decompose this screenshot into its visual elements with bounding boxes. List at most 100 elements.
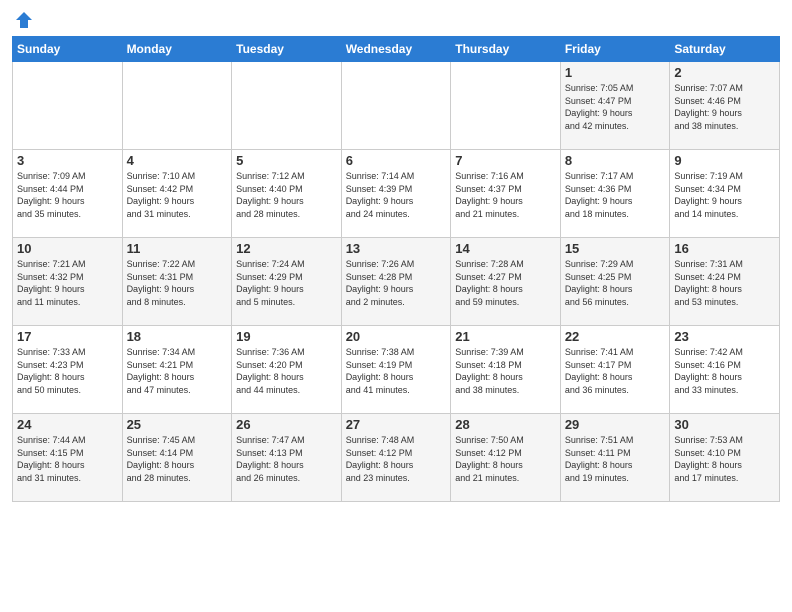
day-number: 8	[565, 153, 666, 168]
day-info: Sunrise: 7:36 AMSunset: 4:20 PMDaylight:…	[236, 346, 337, 396]
day-number: 3	[17, 153, 118, 168]
day-cell: 23 Sunrise: 7:42 AMSunset: 4:16 PMDayligh…	[670, 326, 780, 414]
day-cell	[451, 62, 561, 150]
day-number: 30	[674, 417, 775, 432]
day-info: Sunrise: 7:42 AMSunset: 4:16 PMDaylight:…	[674, 346, 775, 396]
day-info: Sunrise: 7:14 AMSunset: 4:39 PMDaylight:…	[346, 170, 447, 220]
day-cell: 16 Sunrise: 7:31 AMSunset: 4:24 PMDayligh…	[670, 238, 780, 326]
day-number: 24	[17, 417, 118, 432]
day-info: Sunrise: 7:12 AMSunset: 4:40 PMDaylight:…	[236, 170, 337, 220]
day-cell: 1 Sunrise: 7:05 AMSunset: 4:47 PMDaylight…	[560, 62, 670, 150]
day-info: Sunrise: 7:28 AMSunset: 4:27 PMDaylight:…	[455, 258, 556, 308]
day-cell: 21Sunrise: 7:39 AMSunset: 4:18 PMDayligh…	[451, 326, 561, 414]
day-info: Sunrise: 7:34 AMSunset: 4:21 PMDaylight:…	[127, 346, 228, 396]
day-number: 5	[236, 153, 337, 168]
day-number: 29	[565, 417, 666, 432]
day-cell: 30 Sunrise: 7:53 AMSunset: 4:10 PMDayligh…	[670, 414, 780, 502]
day-cell: 2 Sunrise: 7:07 AMSunset: 4:46 PMDaylight…	[670, 62, 780, 150]
day-number: 23	[674, 329, 775, 344]
header	[12, 10, 780, 30]
day-info: Sunrise: 7:17 AMSunset: 4:36 PMDaylight:…	[565, 170, 666, 220]
week-row-1: 3 Sunrise: 7:09 AMSunset: 4:44 PMDaylight…	[13, 150, 780, 238]
day-cell: 8 Sunrise: 7:17 AMSunset: 4:36 PMDaylight…	[560, 150, 670, 238]
day-cell: 17Sunrise: 7:33 AMSunset: 4:23 PMDayligh…	[13, 326, 123, 414]
day-info: Sunrise: 7:26 AMSunset: 4:28 PMDaylight:…	[346, 258, 447, 308]
day-cell: 5 Sunrise: 7:12 AMSunset: 4:40 PMDaylight…	[232, 150, 342, 238]
day-cell: 26 Sunrise: 7:47 AMSunset: 4:13 PMDayligh…	[232, 414, 342, 502]
day-cell: 20 Sunrise: 7:38 AMSunset: 4:19 PMDayligh…	[341, 326, 451, 414]
day-number: 25	[127, 417, 228, 432]
day-info: Sunrise: 7:07 AMSunset: 4:46 PMDaylight:…	[674, 82, 775, 132]
day-number: 16	[674, 241, 775, 256]
day-number: 18	[127, 329, 228, 344]
day-info: Sunrise: 7:31 AMSunset: 4:24 PMDaylight:…	[674, 258, 775, 308]
day-cell: 13 Sunrise: 7:26 AMSunset: 4:28 PMDayligh…	[341, 238, 451, 326]
day-number: 13	[346, 241, 447, 256]
day-info: Sunrise: 7:29 AMSunset: 4:25 PMDaylight:…	[565, 258, 666, 308]
day-info: Sunrise: 7:16 AMSunset: 4:37 PMDaylight:…	[455, 170, 556, 220]
day-number: 14	[455, 241, 556, 256]
weekday-header-tuesday: Tuesday	[232, 37, 342, 62]
day-number: 4	[127, 153, 228, 168]
day-info: Sunrise: 7:24 AMSunset: 4:29 PMDaylight:…	[236, 258, 337, 308]
day-cell: 29 Sunrise: 7:51 AMSunset: 4:11 PMDayligh…	[560, 414, 670, 502]
week-row-3: 17Sunrise: 7:33 AMSunset: 4:23 PMDayligh…	[13, 326, 780, 414]
day-info: Sunrise: 7:53 AMSunset: 4:10 PMDaylight:…	[674, 434, 775, 484]
day-number: 22	[565, 329, 666, 344]
day-cell	[122, 62, 232, 150]
day-info: Sunrise: 7:48 AMSunset: 4:12 PMDaylight:…	[346, 434, 447, 484]
day-info: Sunrise: 7:38 AMSunset: 4:19 PMDaylight:…	[346, 346, 447, 396]
logo-icon	[14, 10, 34, 30]
day-number: 27	[346, 417, 447, 432]
day-number: 17	[17, 329, 118, 344]
day-info: Sunrise: 7:47 AMSunset: 4:13 PMDaylight:…	[236, 434, 337, 484]
logo	[12, 10, 34, 30]
day-number: 28	[455, 417, 556, 432]
day-number: 26	[236, 417, 337, 432]
day-info: Sunrise: 7:09 AMSunset: 4:44 PMDaylight:…	[17, 170, 118, 220]
weekday-header-thursday: Thursday	[451, 37, 561, 62]
day-number: 19	[236, 329, 337, 344]
day-cell	[232, 62, 342, 150]
day-info: Sunrise: 7:21 AMSunset: 4:32 PMDaylight:…	[17, 258, 118, 308]
weekday-header-sunday: Sunday	[13, 37, 123, 62]
day-number: 11	[127, 241, 228, 256]
day-info: Sunrise: 7:50 AMSunset: 4:12 PMDaylight:…	[455, 434, 556, 484]
day-cell: 4Sunrise: 7:10 AMSunset: 4:42 PMDaylight…	[122, 150, 232, 238]
day-info: Sunrise: 7:41 AMSunset: 4:17 PMDaylight:…	[565, 346, 666, 396]
day-number: 1	[565, 65, 666, 80]
day-cell: 25 Sunrise: 7:45 AMSunset: 4:14 PMDayligh…	[122, 414, 232, 502]
day-cell: 12 Sunrise: 7:24 AMSunset: 4:29 PMDayligh…	[232, 238, 342, 326]
weekday-header-wednesday: Wednesday	[341, 37, 451, 62]
day-number: 9	[674, 153, 775, 168]
weekday-row: SundayMondayTuesdayWednesdayThursdayFrid…	[13, 37, 780, 62]
day-number: 20	[346, 329, 447, 344]
week-row-0: 1 Sunrise: 7:05 AMSunset: 4:47 PMDaylight…	[13, 62, 780, 150]
day-number: 12	[236, 241, 337, 256]
day-info: Sunrise: 7:45 AMSunset: 4:14 PMDaylight:…	[127, 434, 228, 484]
day-cell: 11Sunrise: 7:22 AMSunset: 4:31 PMDayligh…	[122, 238, 232, 326]
day-cell: 9Sunrise: 7:19 AMSunset: 4:34 PMDaylight…	[670, 150, 780, 238]
day-number: 15	[565, 241, 666, 256]
page: SundayMondayTuesdayWednesdayThursdayFrid…	[0, 0, 792, 612]
calendar-body: 1 Sunrise: 7:05 AMSunset: 4:47 PMDaylight…	[13, 62, 780, 502]
day-cell: 10 Sunrise: 7:21 AMSunset: 4:32 PMDayligh…	[13, 238, 123, 326]
weekday-header-saturday: Saturday	[670, 37, 780, 62]
day-cell: 24Sunrise: 7:44 AMSunset: 4:15 PMDayligh…	[13, 414, 123, 502]
weekday-header-friday: Friday	[560, 37, 670, 62]
day-info: Sunrise: 7:39 AMSunset: 4:18 PMDaylight:…	[455, 346, 556, 396]
day-info: Sunrise: 7:51 AMSunset: 4:11 PMDaylight:…	[565, 434, 666, 484]
day-cell	[13, 62, 123, 150]
day-number: 2	[674, 65, 775, 80]
day-cell	[341, 62, 451, 150]
week-row-2: 10 Sunrise: 7:21 AMSunset: 4:32 PMDayligh…	[13, 238, 780, 326]
week-row-4: 24Sunrise: 7:44 AMSunset: 4:15 PMDayligh…	[13, 414, 780, 502]
day-cell: 3 Sunrise: 7:09 AMSunset: 4:44 PMDaylight…	[13, 150, 123, 238]
day-cell: 28 Sunrise: 7:50 AMSunset: 4:12 PMDayligh…	[451, 414, 561, 502]
day-number: 10	[17, 241, 118, 256]
calendar-header: SundayMondayTuesdayWednesdayThursdayFrid…	[13, 37, 780, 62]
day-info: Sunrise: 7:05 AMSunset: 4:47 PMDaylight:…	[565, 82, 666, 132]
day-cell: 15 Sunrise: 7:29 AMSunset: 4:25 PMDayligh…	[560, 238, 670, 326]
day-cell: 14 Sunrise: 7:28 AMSunset: 4:27 PMDayligh…	[451, 238, 561, 326]
day-cell: 19 Sunrise: 7:36 AMSunset: 4:20 PMDayligh…	[232, 326, 342, 414]
